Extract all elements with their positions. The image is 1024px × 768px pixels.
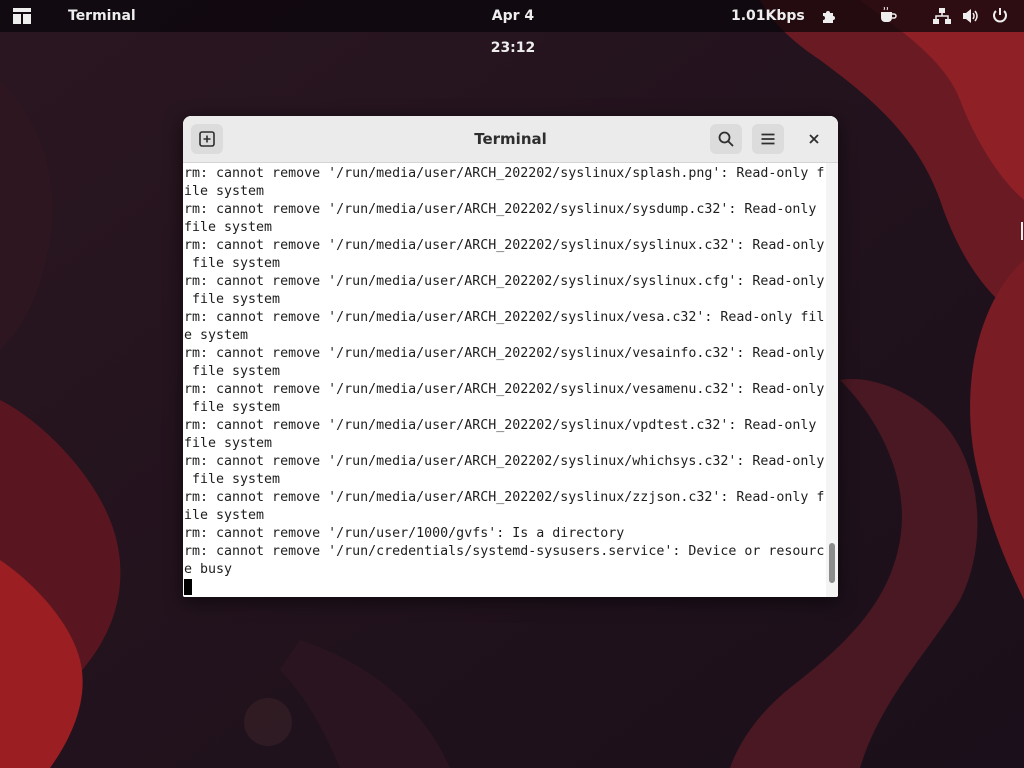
top-bar: Terminal Apr 4 23:12 1.01Kbps <box>0 0 1024 56</box>
text-cursor-pointer <box>1021 222 1023 240</box>
terminal-window[interactable]: Terminal rm: cannot remove '/run/media/u… <box>183 116 838 597</box>
text-cursor <box>184 579 192 595</box>
terminal-line: rm: cannot remove '/run/credentials/syst… <box>184 544 825 559</box>
new-tab-button[interactable] <box>191 124 223 154</box>
terminal-line: file system <box>184 292 281 307</box>
terminal-line: file system <box>184 256 281 271</box>
clock[interactable]: Apr 4 23:12 <box>470 0 556 56</box>
scrollbar-thumb[interactable] <box>829 543 835 583</box>
terminal-line: e busy <box>184 562 233 577</box>
scrollbar[interactable] <box>826 163 838 597</box>
network-icon[interactable] <box>932 0 952 32</box>
terminal-line: ile system <box>184 508 265 523</box>
terminal-line: file system <box>184 472 281 487</box>
terminal-content[interactable]: rm: cannot remove '/run/media/user/ARCH_… <box>183 163 825 597</box>
terminal-line: rm: cannot remove '/run/media/user/ARCH_… <box>184 202 817 217</box>
terminal-line: e system <box>184 328 249 343</box>
terminal-line: rm: cannot remove '/run/media/user/ARCH_… <box>184 274 825 289</box>
terminal-line: rm: cannot remove '/run/media/user/ARCH_… <box>184 382 825 397</box>
volume-icon[interactable] <box>961 0 981 32</box>
terminal-line: file system <box>184 220 273 235</box>
terminal-line: rm: cannot remove '/run/media/user/ARCH_… <box>184 490 825 505</box>
terminal-line: rm: cannot remove '/run/media/user/ARCH_… <box>184 454 825 469</box>
power-icon[interactable] <box>990 0 1010 32</box>
header-bar[interactable]: Terminal <box>183 116 838 163</box>
app-menu[interactable]: Terminal <box>68 0 136 32</box>
terminal-line: rm: cannot remove '/run/media/user/ARCH_… <box>184 418 817 433</box>
search-button[interactable] <box>710 124 742 154</box>
terminal-line: rm: cannot remove '/run/media/user/ARCH_… <box>184 310 825 325</box>
terminal-output[interactable]: rm: cannot remove '/run/media/user/ARCH_… <box>184 165 824 597</box>
caffeine-icon[interactable] <box>878 0 898 32</box>
terminal-line: file system <box>184 400 281 415</box>
terminal-line: ile system <box>184 184 265 199</box>
terminal-line: file system <box>184 436 273 451</box>
terminal-line: file system <box>184 364 281 379</box>
menu-button[interactable] <box>752 124 784 154</box>
close-button[interactable] <box>803 128 825 150</box>
extension-icon[interactable] <box>820 0 840 32</box>
terminal-line: rm: cannot remove '/run/media/user/ARCH_… <box>184 166 825 181</box>
terminal-line: rm: cannot remove '/run/user/1000/gvfs':… <box>184 526 625 541</box>
activities-icon[interactable] <box>12 0 32 32</box>
terminal-line: rm: cannot remove '/run/media/user/ARCH_… <box>184 238 825 253</box>
terminal-line: rm: cannot remove '/run/media/user/ARCH_… <box>184 346 825 361</box>
network-speed-indicator[interactable]: 1.01Kbps <box>731 0 805 32</box>
